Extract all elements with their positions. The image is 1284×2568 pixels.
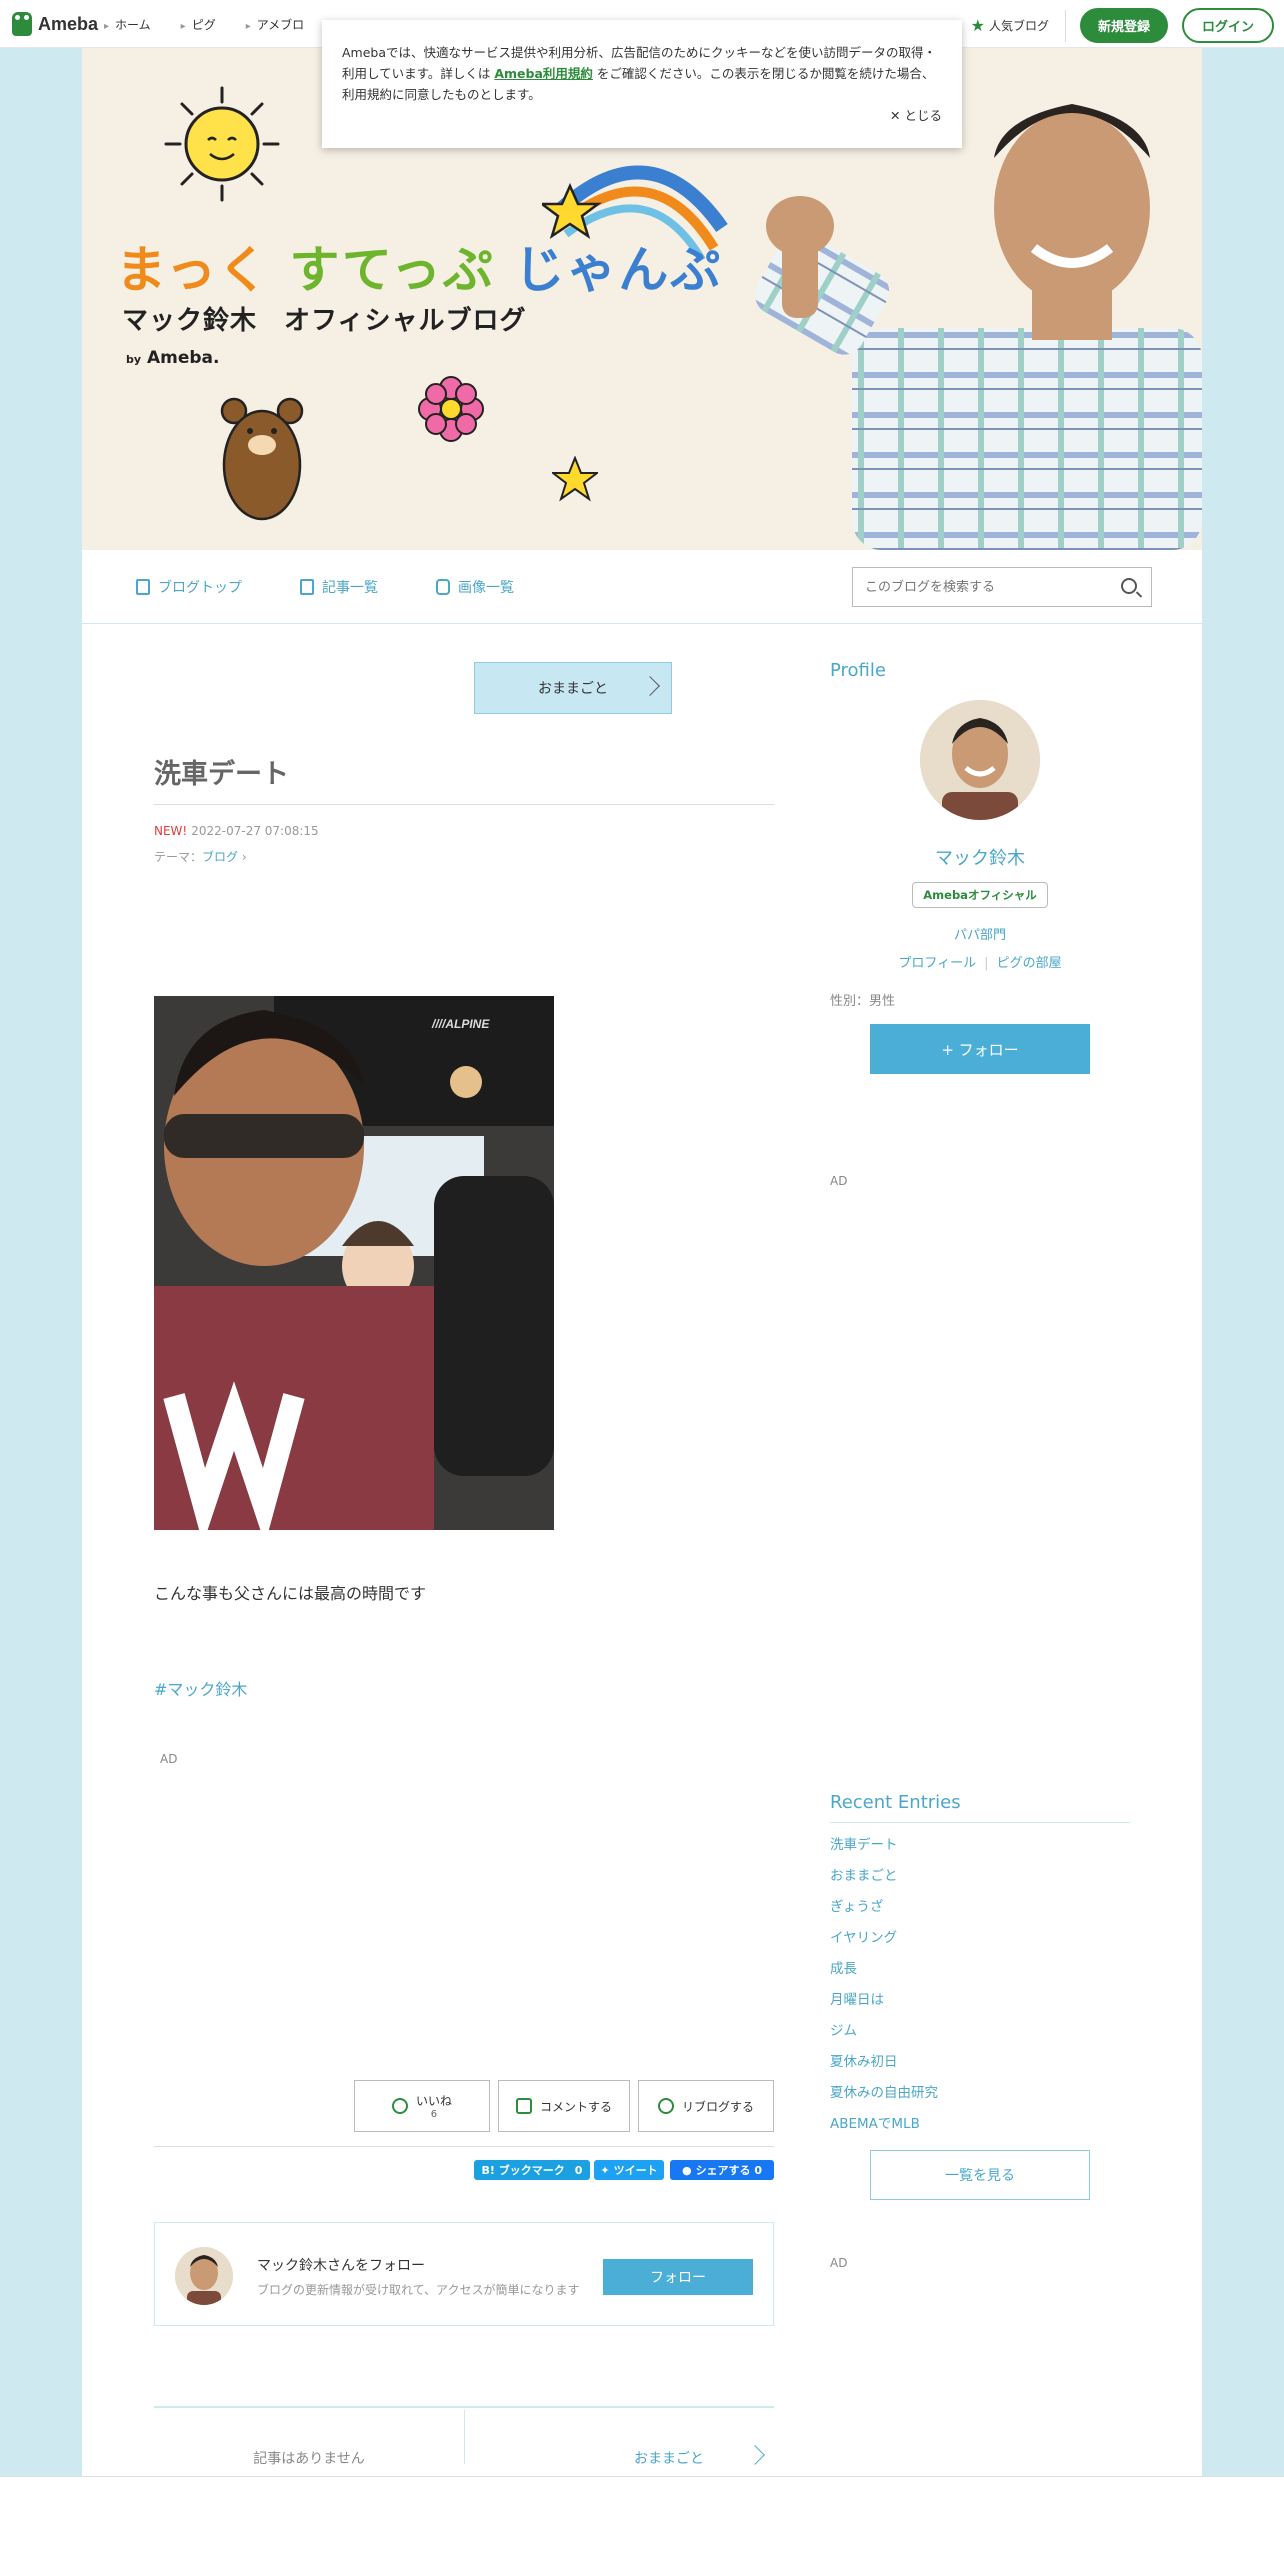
nav-image-list[interactable]: 画像一覧 [436,577,514,597]
popular-blog-link[interactable]: ★ 人気ブログ [970,9,1066,42]
facebook-icon: ● [681,2163,692,2177]
terms-link[interactable]: Ameba利用規約 [494,66,593,81]
follow-box: マック鈴木さんをフォロー ブログの更新情報が受け取れて、アクセスが簡単になります… [154,2222,774,2326]
comment-button[interactable]: コメントする [498,2080,630,2132]
blog-subtitle: マック鈴木 オフィシャルブログ [122,306,527,336]
copy-icon [300,579,314,595]
star-icon: ★ [970,16,985,35]
comment-icon [515,2098,532,2114]
profile-heading: Profile [830,660,886,681]
facebook-share-button[interactable]: ● シェアする 0 [670,2160,774,2180]
ad-label: AD [830,1174,848,1188]
recent-entry-link[interactable]: 月曜日は [830,1989,938,2020]
svg-text:////ALPINE: ////ALPINE [431,1017,490,1031]
prev-entry: 記事はありません [253,2451,365,2467]
by-ameba-label: by Ameba. [126,348,220,368]
recent-entry-link[interactable]: 夏休み初日 [830,2051,938,2082]
follow-button[interactable]: フォロー [603,2259,753,2295]
new-badge: NEW! [154,824,188,838]
chevron-right-icon [745,2445,765,2465]
profile-links: プロフィール | ピグの部屋 [898,956,1062,971]
hatena-bookmark-button[interactable]: B! ブックマーク 0 [474,2160,590,2180]
recent-entry-link[interactable]: 洗車デート [830,1834,938,1865]
divider [154,2146,774,2147]
theme-button[interactable]: おままごと [474,662,672,714]
nav-ameblo[interactable]: アメブロ [246,16,304,33]
theme-link[interactable]: ブログ [202,850,238,864]
article-title[interactable]: 洗車デート [154,752,289,791]
tweet-button[interactable]: ✦ ツイート [594,2160,664,2180]
login-button[interactable]: ログイン [1181,8,1274,43]
cookie-close-button[interactable]: ✕ とじる [890,105,942,126]
recent-entries-heading: Recent Entries [830,1792,961,1813]
official-badge[interactable]: Amebaオフィシャル [912,882,1048,908]
recent-entry-link[interactable]: ぎょうざ [830,1896,938,1927]
article-photo[interactable]: ////ALPINE [154,996,554,1530]
article-datetime: 2022-07-27 07:08:15 [191,824,319,838]
recent-entries-list: 洗車デート おままごと ぎょうざ イヤリング 成長 月曜日は ジム 夏休み初日 … [830,1834,938,2144]
recent-entry-link[interactable]: ABEMAでMLB [830,2113,938,2144]
flower-illustration [418,376,484,442]
mac-suzuki-photo [754,104,1202,550]
reblog-button[interactable]: リブログする [638,2080,774,2132]
sun-illustration [164,86,280,202]
chevron-right-icon [640,676,660,696]
recent-entry-link[interactable]: おままごと [830,1865,938,1896]
divider [830,1822,1130,1823]
page-bottom-area [0,2476,1284,2568]
nav-entry-list[interactable]: 記事一覧 [300,577,378,597]
smile-icon [391,2098,408,2114]
global-nav: ホーム ピグ アメブロ [104,16,304,33]
follow-box-description: ブログの更新情報が受け取れて、アクセスが簡単になります [257,2283,580,2297]
divider [464,2410,465,2464]
nav-pigg[interactable]: ピグ [181,16,216,33]
blog-page: まっく すてっぷ じゃんぷ マック鈴木 オフィシャルブログ by Ameba. [82,48,1202,2528]
recent-entry-link[interactable]: ジム [830,2020,938,2051]
follow-box-title: マック鈴木さんをフォロー [257,2258,425,2274]
like-count: 6 [430,2109,438,2120]
blog-search-input[interactable] [853,568,1103,606]
hashtag-link[interactable]: #マック鈴木 [154,1676,247,1700]
article-body: こんな事も父さんには最高の時間です [154,1584,427,1603]
article-theme: テーマ：ブログ › [154,850,247,864]
document-icon [136,579,150,595]
bear-illustration [220,397,304,521]
star-illustration [552,456,598,502]
avatar [175,2247,233,2305]
like-button[interactable]: いいね 6 [354,2080,490,2132]
ad-label: AD [830,2256,848,2270]
nav-home[interactable]: ホーム [104,16,151,33]
close-icon: ✕ [890,108,905,123]
signup-button[interactable]: 新規登録 [1079,8,1168,43]
ameba-logo[interactable]: Ameba [12,12,98,36]
blog-nav: ブログトップ 記事一覧 画像一覧 [82,550,1202,624]
bird-icon: ✦ [600,2163,610,2177]
ad-label: AD [160,1752,178,1766]
profile-category[interactable]: パパ部門 [830,924,1130,943]
camera-icon [436,579,450,595]
profile-sex: 性別：男性 [830,994,896,1009]
see-all-entries-button[interactable]: 一覧を見る [870,2150,1090,2200]
next-entry-link[interactable]: おままごと [474,2448,704,2468]
cookie-notice: Amebaでは、快適なサービス提供や利用分析、広告配信のためにクッキーなどを使い… [322,20,962,148]
profile-avatar[interactable] [920,700,1040,820]
profile-name[interactable]: マック鈴木 [830,844,1130,870]
sidebar-follow-button[interactable]: + フォロー [870,1024,1090,1074]
recent-entry-link[interactable]: イヤリング [830,1927,938,1958]
pigg-room-link[interactable]: ピグの部屋 [997,956,1062,971]
nav-blog-top[interactable]: ブログトップ [136,577,242,597]
search-icon[interactable] [1121,578,1137,594]
profile-link[interactable]: プロフィール [898,956,976,971]
recent-entry-link[interactable]: 夏休みの自由研究 [830,2082,938,2113]
blog-search [852,567,1152,607]
article-meta: NEW! 2022-07-27 07:08:15 [154,824,319,838]
blog-title-logo: まっく すてっぷ じゃんぷ [116,241,723,299]
recent-entry-link[interactable]: 成長 [830,1958,938,1989]
divider [154,2406,774,2408]
divider [154,804,774,805]
frog-icon [12,12,32,36]
reblog-icon [657,2098,674,2114]
